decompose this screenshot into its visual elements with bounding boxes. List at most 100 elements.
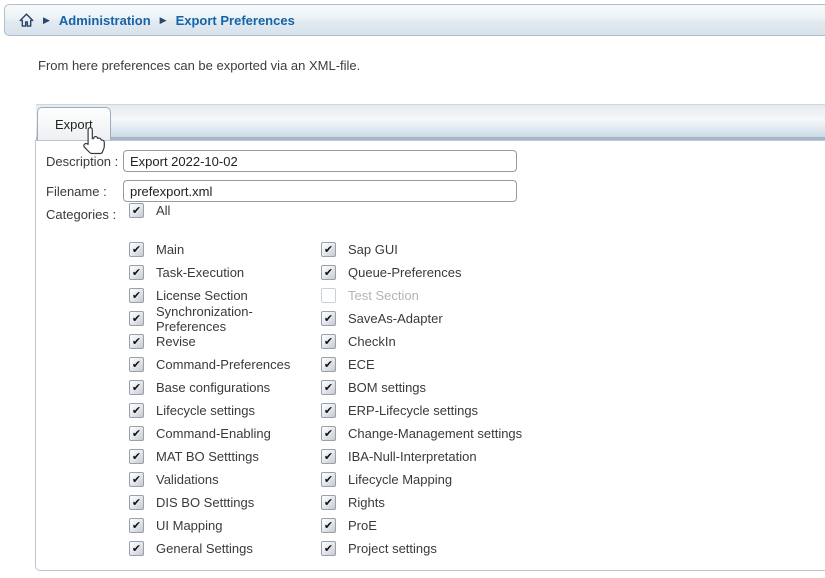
category-checkbox[interactable]: ✔ <box>321 403 336 418</box>
export-preferences-page: ▶ Administration ▶ Export Preferences Fr… <box>0 0 825 578</box>
category-checkbox[interactable]: ✔ <box>129 472 144 487</box>
category-item: ✔ ERP-Lifecycle settings <box>321 403 641 418</box>
category-item: ✔ Change-Management settings <box>321 426 641 441</box>
category-checkbox[interactable]: ✔ <box>129 334 144 349</box>
categories-label: Categories : <box>46 207 116 222</box>
category-label: Command-Enabling <box>156 426 271 441</box>
category-checkbox[interactable]: ✔ <box>321 265 336 280</box>
category-label: Rights <box>348 495 385 510</box>
category-item: ✔ Lifecycle settings <box>129 403 321 418</box>
category-label: UI Mapping <box>156 518 222 533</box>
category-item: ✔ IBA-Null-Interpretation <box>321 449 641 464</box>
category-checkbox[interactable]: ✔ <box>129 518 144 533</box>
category-label: CheckIn <box>348 334 396 349</box>
category-checkbox[interactable]: ✔ <box>321 449 336 464</box>
category-checkbox[interactable]: ✔ <box>321 518 336 533</box>
category-checkbox[interactable]: ✔ <box>129 265 144 280</box>
category-checkbox[interactable]: ✔ <box>321 472 336 487</box>
breadcrumb-export-preferences[interactable]: Export Preferences <box>176 13 295 28</box>
category-label: BOM settings <box>348 380 426 395</box>
category-checkbox[interactable]: ✔ <box>321 426 336 441</box>
category-label: Main <box>156 242 184 257</box>
category-label: General Settings <box>156 541 253 556</box>
breadcrumb-administration[interactable]: Administration <box>59 13 151 28</box>
category-label: Validations <box>156 472 219 487</box>
category-item-all: ✔ All <box>129 203 170 218</box>
category-item: ✔ Command-Enabling <box>129 426 321 441</box>
home-icon[interactable] <box>19 13 34 27</box>
category-checkbox[interactable]: ✔ <box>321 541 336 556</box>
category-checkbox[interactable]: ✔ <box>321 334 336 349</box>
category-label: ProE <box>348 518 377 533</box>
category-item: ✔ Synchronization-Preferences <box>129 304 321 334</box>
category-checkbox[interactable]: ✔ <box>129 357 144 372</box>
category-label: Synchronization-Preferences <box>156 304 321 334</box>
tab-export[interactable]: Export <box>37 107 111 140</box>
category-label: Sap GUI <box>348 242 398 257</box>
category-label: ECE <box>348 357 375 372</box>
category-label: Change-Management settings <box>348 426 522 441</box>
category-item: ✔ Queue-Preferences <box>321 265 641 280</box>
category-checkbox <box>321 288 336 303</box>
filename-input[interactable] <box>123 180 517 202</box>
filename-label: Filename : <box>46 184 107 199</box>
category-label: License Section <box>156 288 248 303</box>
category-label: DIS BO Setttings <box>156 495 254 510</box>
category-item: ✔ Command-Preferences <box>129 357 321 372</box>
category-label: Command-Preferences <box>156 357 290 372</box>
category-item: ✔ Lifecycle Mapping <box>321 472 641 487</box>
description-input[interactable] <box>123 150 517 172</box>
category-checkbox[interactable]: ✔ <box>129 495 144 510</box>
description-label: Description : <box>46 154 118 169</box>
category-label: Lifecycle Mapping <box>348 472 452 487</box>
category-item: ✔ Validations <box>129 472 321 487</box>
intro-text: From here preferences can be exported vi… <box>38 58 360 73</box>
category-checkbox[interactable]: ✔ <box>321 242 336 257</box>
category-checkbox[interactable]: ✔ <box>129 449 144 464</box>
category-checkbox[interactable]: ✔ <box>129 403 144 418</box>
chevron-right-icon: ▶ <box>160 16 167 25</box>
category-item: Test Section <box>321 288 641 303</box>
category-item: ✔ CheckIn <box>321 334 641 349</box>
chevron-right-icon: ▶ <box>43 16 50 25</box>
category-item: ✔ ProE <box>321 518 641 533</box>
category-item: ✔ Base configurations <box>129 380 321 395</box>
category-item: ✔ Revise <box>129 334 321 349</box>
all-checkbox-label: All <box>156 203 170 218</box>
category-label: Base configurations <box>156 380 270 395</box>
category-item: ✔ SaveAs-Adapter <box>321 311 641 326</box>
category-label: SaveAs-Adapter <box>348 311 443 326</box>
category-checkbox[interactable]: ✔ <box>129 380 144 395</box>
category-checkbox[interactable]: ✔ <box>321 495 336 510</box>
category-checkbox[interactable]: ✔ <box>129 426 144 441</box>
category-label: IBA-Null-Interpretation <box>348 449 477 464</box>
category-checkbox[interactable]: ✔ <box>129 288 144 303</box>
category-item: ✔ License Section <box>129 288 321 303</box>
category-item: ✔ Main <box>129 242 321 257</box>
tab-strip <box>36 104 825 140</box>
category-label: Revise <box>156 334 196 349</box>
category-label: Queue-Preferences <box>348 265 461 280</box>
all-checkbox[interactable]: ✔ <box>129 203 144 218</box>
category-checkbox[interactable]: ✔ <box>321 357 336 372</box>
category-label: Lifecycle settings <box>156 403 255 418</box>
category-item: ✔ UI Mapping <box>129 518 321 533</box>
category-item: ✔MAT BO Setttings <box>129 449 321 464</box>
category-item: ✔ BOM settings <box>321 380 641 395</box>
category-item: ✔ Sap GUI <box>321 242 641 257</box>
category-item: ✔ Rights <box>321 495 641 510</box>
category-item: ✔ General Settings <box>129 541 321 556</box>
category-checkbox[interactable]: ✔ <box>129 541 144 556</box>
categories-grid: ✔ Main ✔ Sap GUI ✔ Task-Execution ✔ Queue-Prefe… <box>129 238 641 560</box>
category-label: ERP-Lifecycle settings <box>348 403 478 418</box>
category-label: Task-Execution <box>156 265 244 280</box>
category-item: ✔Project settings <box>321 541 641 556</box>
category-checkbox[interactable]: ✔ <box>129 311 144 326</box>
category-checkbox[interactable]: ✔ <box>321 380 336 395</box>
category-item: ✔ ECE <box>321 357 641 372</box>
export-form-panel: Description : Filename : Categories : ✔ … <box>35 140 825 571</box>
category-checkbox[interactable]: ✔ <box>129 242 144 257</box>
category-item: ✔ DIS BO Setttings <box>129 495 321 510</box>
tab-export-label: Export <box>55 117 93 132</box>
category-checkbox[interactable]: ✔ <box>321 311 336 326</box>
